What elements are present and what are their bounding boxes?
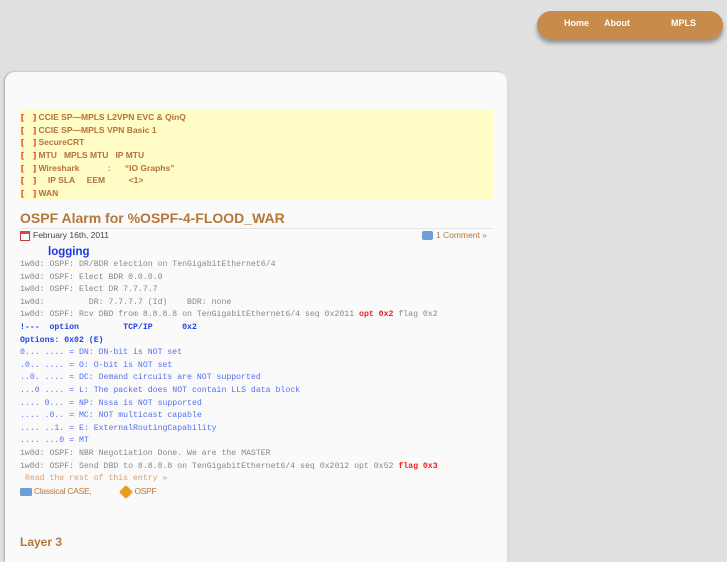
log-segment: 1w0d: OSPF: DR/BDR election on TenGigabi… (20, 260, 276, 269)
notice-item-label: WAN (38, 188, 59, 199)
log-line: .... ...0 = MT (20, 435, 438, 448)
log-segment: ...0 .... = L: The packet does NOT conta… (20, 385, 301, 395)
category-link[interactable]: Classical CASE, (34, 486, 92, 496)
log-line: ..0. .... = DC: Demand circuits are NOT … (20, 372, 438, 385)
bracket: [ ] (21, 137, 37, 148)
log-segment: .0.. .... = O: O-bit is NOT set (20, 360, 173, 370)
log-segment: 1w0d: OSPF: NBR Negotiation Done. We are… (20, 448, 271, 458)
post-heading: logging (48, 246, 90, 258)
bracket: [ ] (21, 150, 37, 161)
notice-item-label: MTU MPLS MTU IP MTU (38, 150, 145, 161)
log-segment: Options: 0x02 (E) (20, 335, 104, 345)
log-segment: 1w0d: OSPF: Elect DR 7.7.7.7 (20, 285, 158, 295)
log-line: 1w0d: OSPF: Elect BDR 0.0.0.0 (20, 272, 438, 285)
log-segment: flag 0x2 (393, 310, 438, 320)
log-segment: 1w0d: DR: 7.7.7.7 (Id) BDR: none (20, 297, 232, 307)
notice-item-label: IP SLA EEM <1> (38, 175, 144, 186)
log-line: .... .0.. = MC: NOT multicast capable (20, 410, 438, 423)
notice-item-label: CCIE SP—MPLS L2VPN EVC & QinQ (38, 112, 186, 122)
log-line: 1w0d: OSPF: NBR Negotiation Done. We are… (20, 448, 438, 461)
log-segment: ..0. .... = DC: Demand circuits are NOT … (20, 373, 261, 383)
log-segment: .... ..1. = E: ExternalRoutingCapability (20, 423, 217, 433)
log-segment: .... ...0 = MT (20, 436, 89, 446)
notice-item[interactable]: [ ] SecureCRT (20, 136, 493, 149)
comments-link[interactable]: 1 Comment » (421, 230, 487, 241)
log-line: 1w0d: OSPF: DR/BDR election on TenGigabi… (20, 259, 438, 272)
notice-item-label: Wireshark : “IO Graphs” (38, 162, 175, 173)
log-segment: 0... .... = DN: DN-bit is NOT set (20, 348, 183, 358)
notice-list: [ ] CCIE SP—MPLS L2VPN EVC & QinQ[ ] CCI… (20, 110, 493, 199)
divider (20, 228, 493, 229)
read-more-link[interactable]: Read the rest of this entry » (20, 473, 438, 486)
notice-item[interactable]: [ ] IP SLA EEM <1> (20, 174, 493, 187)
notice-item[interactable]: [ ] CCIE SP—MPLS VPN Basic 1 (20, 124, 493, 137)
bracket: [ ] (21, 124, 37, 135)
log-line: Options: 0x02 (E) (20, 335, 438, 348)
next-post-title[interactable]: Layer 3 (20, 535, 62, 549)
tag-link[interactable]: OSPF (134, 486, 156, 496)
log-segment: .... 0... = NP: Nssa is NOT supported (20, 398, 202, 408)
log-segment: 1w0d: OSPF: Rcv DBD from 8.8.8.8 on TenG… (20, 310, 360, 320)
notice-item[interactable]: [ ] WAN (20, 187, 493, 200)
bracket: [ ] (21, 112, 37, 122)
log-segment: flag 0x3 (398, 461, 438, 471)
log-segment: .... .0.. = MC: NOT multicast capable (20, 411, 202, 421)
log-segment: !--- option TCP/IP 0x2 (20, 322, 197, 332)
nav-mpls[interactable]: MPLS (671, 18, 696, 28)
notice-item[interactable]: [ ] MTU MPLS MTU IP MTU (20, 149, 493, 162)
log-segment: 1w0d: OSPF: Send DBD to 8.8.8.8 on TenGi… (20, 461, 399, 471)
calendar-icon (20, 230, 30, 241)
tag-icon (119, 484, 134, 499)
post-tags: Classical CASE, OSPF (20, 484, 157, 499)
bracket: [ ] (21, 175, 37, 186)
log-line: .... ..1. = E: ExternalRoutingCapability (20, 423, 438, 436)
log-line: 1w0d: OSPF: Elect DR 7.7.7.7 (20, 284, 438, 297)
notice-item-label: CCIE SP—MPLS VPN Basic 1 (38, 124, 157, 135)
top-nav: Home About MPLS (537, 11, 723, 39)
notice-item-label: SecureCRT (38, 137, 85, 148)
log-line: 1w0d: DR: 7.7.7.7 (Id) BDR: none (20, 297, 438, 310)
bracket: [ ] (21, 162, 37, 173)
comments-label: 1 Comment » (435, 230, 487, 240)
log-segment: opt 0x2 (359, 310, 394, 320)
log-line: .... 0... = NP: Nssa is NOT supported (20, 398, 438, 411)
notice-item[interactable]: [ ] Wireshark : “IO Graphs” (20, 162, 493, 175)
post-title[interactable]: OSPF Alarm for %OSPF-4-FLOOD_WAR (20, 210, 285, 226)
nav-about[interactable]: About (604, 18, 630, 28)
log-line: 0... .... = DN: DN-bit is NOT set (20, 347, 438, 360)
bracket: [ ] (21, 188, 37, 199)
log-line: !--- option TCP/IP 0x2 (20, 322, 438, 335)
log-output: 1w0d: OSPF: DR/BDR election on TenGigabi… (20, 259, 438, 486)
log-line: 1w0d: OSPF: Rcv DBD from 8.8.8.8 on TenG… (20, 309, 438, 322)
post-date: February 16th, 2011 (33, 230, 109, 240)
log-segment: 1w0d: OSPF: Elect BDR 0.0.0.0 (20, 272, 163, 282)
folder-icon (20, 487, 32, 496)
post-meta: February 16th, 2011 1 Comment » (20, 230, 493, 244)
comment-icon (421, 231, 433, 241)
log-line: .0.. .... = O: O-bit is NOT set (20, 360, 438, 373)
nav-home[interactable]: Home (564, 18, 589, 28)
log-line: 1w0d: OSPF: Send DBD to 8.8.8.8 on TenGi… (20, 461, 438, 474)
content-card: [ ] CCIE SP—MPLS L2VPN EVC & QinQ[ ] CCI… (5, 72, 507, 562)
notice-item[interactable]: [ ] CCIE SP—MPLS L2VPN EVC & QinQ (20, 111, 493, 124)
log-line: ...0 .... = L: The packet does NOT conta… (20, 385, 438, 398)
